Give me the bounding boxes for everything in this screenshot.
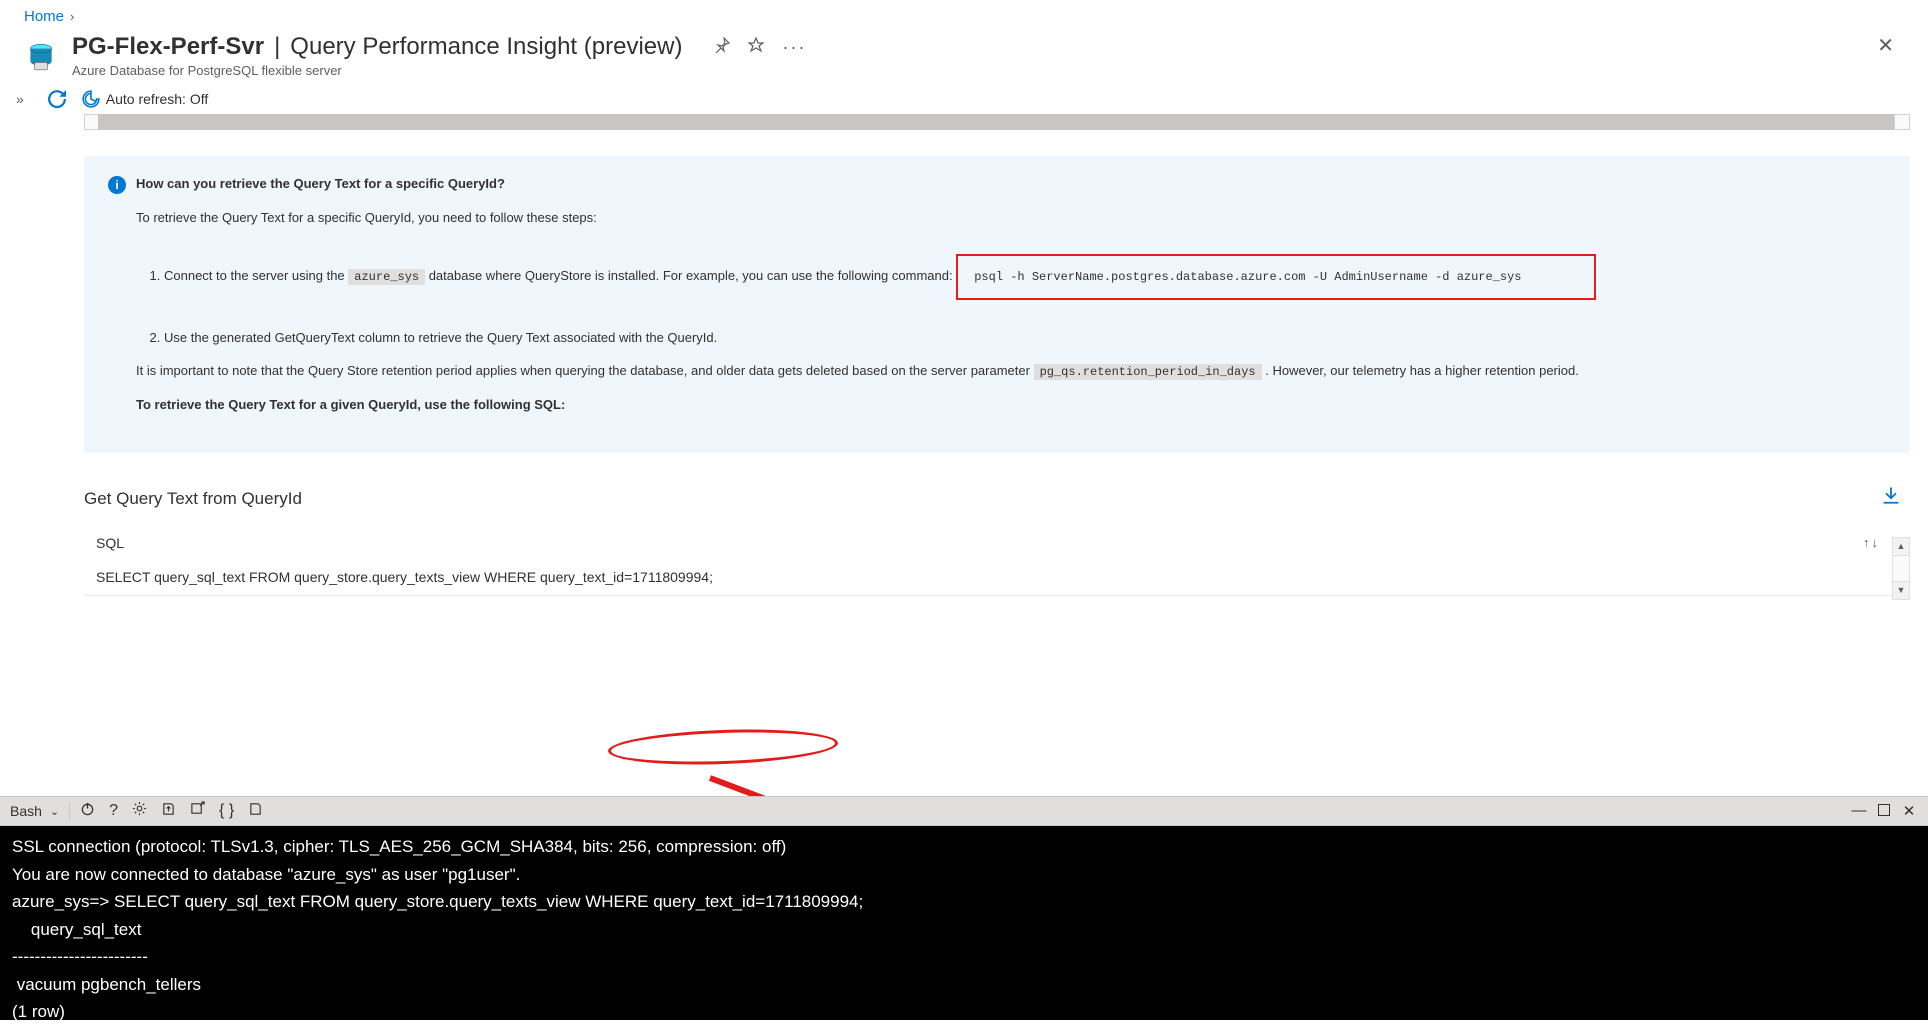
auto-refresh-toggle[interactable]: Auto refresh: Off — [82, 90, 208, 108]
annotation-ellipse — [607, 726, 838, 768]
vertical-scrollbar[interactable]: ▲ ▼ — [1892, 537, 1910, 600]
info-step-2: Use the generated GetQueryText column to… — [164, 328, 1886, 348]
shell-selector[interactable]: Bash ⌄ — [10, 803, 70, 819]
column-sql[interactable]: SQL — [96, 535, 124, 551]
title-bar: PG-Flex-Perf-Svr | Query Performance Ins… — [0, 31, 1928, 84]
breadcrumb: Home › — [0, 0, 1928, 31]
download-icon[interactable] — [1882, 487, 1910, 511]
info-panel: i How can you retrieve the Query Text fo… — [84, 156, 1910, 453]
info-note: It is important to note that the Query S… — [136, 361, 1886, 381]
editor-icon[interactable] — [248, 801, 263, 821]
info-title: How can you retrieve the Query Text for … — [136, 176, 505, 191]
close-icon[interactable]: ✕ — [1877, 33, 1904, 58]
cloud-shell-toolbar: Bash ⌄ ? { } — ✕ — [0, 796, 1928, 826]
scroll-up-icon[interactable]: ▲ — [1893, 538, 1909, 556]
refresh-button[interactable] — [48, 90, 66, 108]
blade-title: Query Performance Insight (preview) — [290, 33, 682, 61]
info-step-1: Connect to the server using the azure_sy… — [164, 242, 1886, 314]
chevron-down-icon: ⌄ — [50, 805, 59, 818]
section-title: Get Query Text from QueryId — [84, 489, 302, 509]
chevron-right-icon: › — [70, 9, 74, 24]
sql-table: SQL ↑↓ SELECT query_sql_text FROM query_… — [84, 527, 1910, 596]
title-separator: | — [274, 33, 280, 61]
pin-icon[interactable] — [714, 37, 730, 58]
info-intro: To retrieve the Query Text for a specifi… — [136, 208, 1886, 228]
command-bar: » Auto refresh: Off — [0, 84, 1928, 114]
more-icon[interactable]: ··· — [782, 37, 806, 58]
minimize-icon[interactable]: — — [1850, 801, 1868, 821]
resource-name: PG-Flex-Perf-Svr — [72, 33, 264, 61]
favorite-icon[interactable] — [748, 37, 764, 58]
braces-icon[interactable]: { } — [219, 802, 234, 820]
resource-subtitle: Azure Database for PostgreSQL flexible s… — [72, 63, 1877, 78]
close-terminal-icon[interactable]: ✕ — [1900, 801, 1918, 821]
code-chip-retention: pg_qs.retention_period_in_days — [1034, 364, 1262, 380]
breadcrumb-home[interactable]: Home — [24, 8, 64, 25]
maximize-icon[interactable] — [1878, 804, 1890, 816]
psql-command-box: psql -h ServerName.postgres.database.azu… — [956, 254, 1596, 300]
horizontal-scrollbar[interactable] — [84, 114, 1910, 130]
upload-icon[interactable] — [161, 801, 176, 821]
postgresql-icon — [24, 39, 58, 73]
auto-refresh-label: Auto refresh: Off — [106, 91, 208, 107]
new-session-icon[interactable] — [190, 801, 205, 821]
terminal-output[interactable]: SSL connection (protocol: TLSv1.3, ciphe… — [0, 826, 1928, 1020]
expand-menu-icon[interactable]: » — [16, 91, 24, 107]
code-chip-azure-sys: azure_sys — [348, 269, 425, 285]
info-icon: i — [108, 176, 126, 194]
help-icon[interactable]: ? — [109, 802, 118, 820]
settings-icon[interactable] — [132, 801, 147, 821]
table-row[interactable]: SELECT query_sql_text FROM query_store.q… — [84, 559, 1910, 596]
info-footer: To retrieve the Query Text for a given Q… — [136, 395, 1886, 415]
power-icon[interactable] — [80, 801, 95, 821]
sort-icon[interactable]: ↑↓ — [1863, 535, 1878, 551]
scroll-down-icon[interactable]: ▼ — [1893, 581, 1909, 599]
